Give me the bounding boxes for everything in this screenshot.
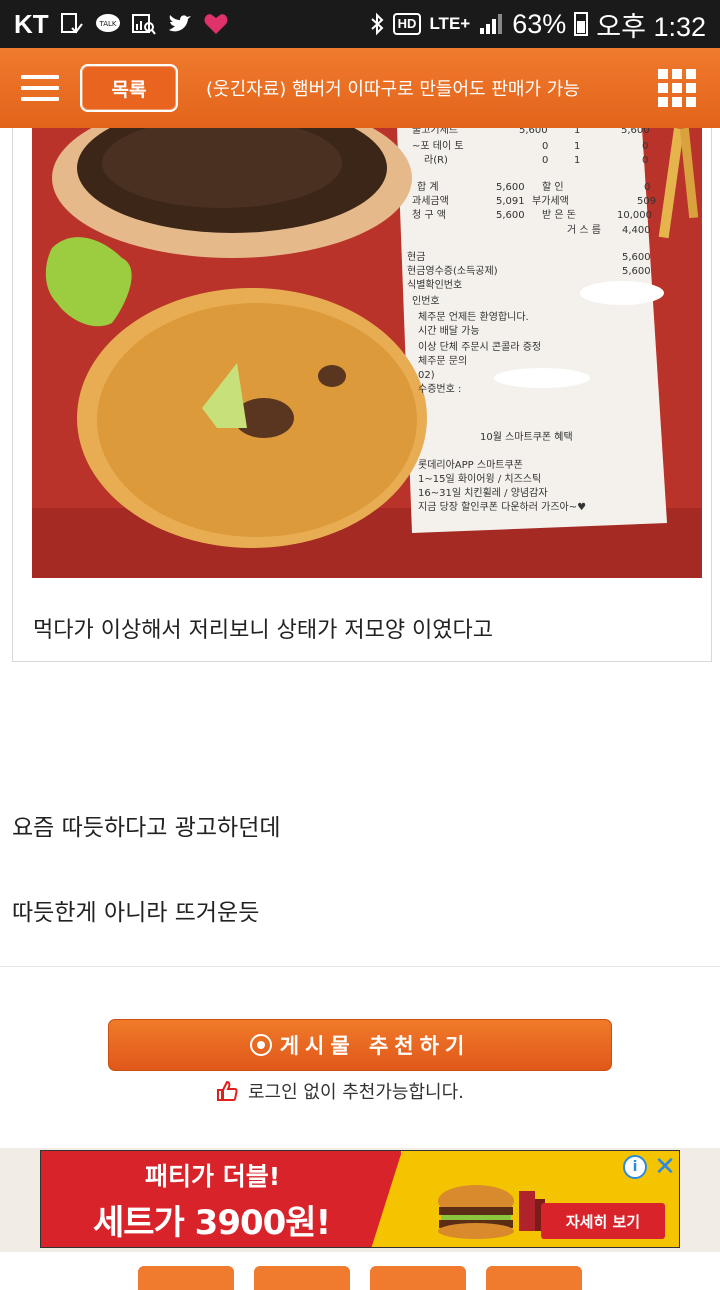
- signal-icon: [480, 14, 503, 34]
- recommend-button[interactable]: 게시물 추천하기: [108, 1019, 612, 1071]
- twitter-icon: [168, 15, 191, 32]
- grid-menu-icon[interactable]: [658, 69, 696, 107]
- notification-icon: [60, 13, 83, 34]
- ad-headline-2: 세트가 3900원!: [93, 1203, 331, 1243]
- network-label: LTE+: [429, 14, 471, 33]
- svg-text:청 구 액: 청 구 액: [412, 209, 446, 221]
- ad-detail-button[interactable]: 자세히 보기: [541, 1203, 665, 1239]
- svg-text:식별확인번호: 식별확인번호: [407, 279, 462, 291]
- svg-text:02): 02): [418, 370, 435, 381]
- svg-text:라(R): 라(R): [424, 154, 448, 166]
- burger-receipt-photo: 불고기세트 5,600 1 5,600 ~포 테이 토 0 1 0 라(R) 0…: [32, 128, 702, 578]
- svg-text:509: 509: [637, 196, 656, 207]
- svg-text:체주문 문의: 체주문 문의: [418, 355, 467, 367]
- svg-text:할 인: 할 인: [542, 181, 564, 193]
- post-image-card: 불고기세트 5,600 1 5,600 ~포 테이 토 0 1 0 라(R) 0…: [12, 128, 712, 662]
- battery-icon: [574, 12, 589, 36]
- app-header: 목록 (웃긴자료) 햄버거 이따구로 만들어도 판매가 가능: [0, 48, 720, 128]
- svg-text:1: 1: [574, 155, 580, 166]
- post-caption: 먹다가 이상해서 저리보니 상태가 저모양 이였다고: [33, 618, 494, 643]
- svg-text:1~15일 화이어윙 / 치즈스틱: 1~15일 화이어윙 / 치즈스틱: [418, 473, 541, 485]
- bottom-tab[interactable]: [138, 1266, 234, 1290]
- heart-icon: [204, 14, 228, 34]
- svg-text:0: 0: [642, 155, 648, 166]
- bottom-tab[interactable]: [370, 1266, 466, 1290]
- ad-close-icon[interactable]: ✕: [651, 1152, 679, 1182]
- bottom-tab[interactable]: [254, 1266, 350, 1290]
- svg-text:이상 단체 주문시 콘콜라 증정: 이상 단체 주문시 콘콜라 증정: [418, 341, 541, 353]
- svg-text:체주문 언제든 환영합니다.: 체주문 언제든 환영합니다.: [418, 311, 529, 323]
- svg-text:5,600: 5,600: [621, 128, 650, 136]
- recommend-label: 게시물 추천하기: [279, 1034, 471, 1058]
- recommend-note-text: 로그인 없이 추천가능합니다.: [248, 1082, 464, 1103]
- battery-percent: 63%: [512, 8, 567, 39]
- svg-text:거 스 름: 거 스 름: [567, 224, 601, 236]
- bluetooth-icon: [370, 12, 384, 36]
- divider: [0, 966, 720, 967]
- list-button[interactable]: 목록: [80, 64, 178, 112]
- svg-text:1: 1: [574, 141, 580, 152]
- svg-text:5,600: 5,600: [519, 128, 548, 136]
- svg-text:시간 배달 가능: 시간 배달 가능: [418, 325, 480, 337]
- svg-text:10월 스마트쿠폰 혜택: 10월 스마트쿠폰 혜택: [480, 431, 573, 443]
- svg-text:5,600: 5,600: [496, 210, 525, 221]
- svg-text:5,600: 5,600: [496, 182, 525, 193]
- recommend-note: 로그인 없이 추천가능합니다.: [216, 1078, 464, 1104]
- receipt-row: 불고기세트: [412, 128, 458, 136]
- svg-text:5,091: 5,091: [496, 196, 525, 207]
- burger-set-image: [438, 1185, 545, 1239]
- post-text-line: 요즘 따듯하다고 광고하던데: [12, 815, 281, 841]
- hd-badge: HD: [392, 13, 422, 35]
- svg-text:받 은 돈: 받 은 돈: [542, 209, 576, 221]
- svg-text:5,600: 5,600: [622, 266, 651, 277]
- hamburger-menu-icon[interactable]: [0, 48, 80, 128]
- svg-text:0: 0: [542, 141, 548, 152]
- bottom-tab[interactable]: [486, 1266, 582, 1290]
- svg-text:5,600: 5,600: [622, 252, 651, 263]
- svg-text:0: 0: [642, 141, 648, 152]
- svg-text:지금 당장 할인쿠폰 다운하러 가즈아~♥: 지금 당장 할인쿠폰 다운하러 가즈아~♥: [418, 500, 586, 513]
- svg-text:TALK: TALK: [98, 20, 116, 28]
- svg-text:현금영수증(소득공제): 현금영수증(소득공제): [407, 265, 498, 277]
- page-title: (웃긴자료) 햄버거 이따구로 만들어도 판매가 가능: [206, 79, 580, 100]
- talk-icon: TALK: [95, 14, 120, 32]
- svg-text:롯데리아APP 스마트쿠폰: 롯데리아APP 스마트쿠폰: [418, 459, 523, 471]
- chart-search-icon: [131, 14, 156, 35]
- svg-text:합 계: 합 계: [417, 181, 439, 193]
- target-icon: [249, 1034, 272, 1056]
- ad-info-icon[interactable]: i: [623, 1155, 647, 1179]
- ad-headline-1: 패티가 더블!: [145, 1162, 281, 1191]
- svg-text:부가세액: 부가세액: [532, 195, 569, 207]
- svg-text:인번호: 인번호: [412, 295, 440, 307]
- svg-text:~포 테이 토: ~포 테이 토: [412, 140, 464, 152]
- carrier-label: KT: [14, 8, 49, 39]
- clock: 오후 1:32: [596, 11, 706, 42]
- svg-text:10,000: 10,000: [617, 210, 652, 221]
- status-bar: KT TALK HD LTE+ 63% 오후 1:32: [0, 0, 720, 48]
- ad-banner[interactable]: 패티가 더블! 세트가 3900원! 자세히 보기 i ✕: [40, 1150, 680, 1248]
- svg-text:4,400: 4,400: [622, 225, 651, 236]
- thumbs-up-icon: [217, 1080, 238, 1101]
- svg-text:0: 0: [644, 182, 650, 193]
- svg-text:16~31일 치킨휠레 / 양념감자: 16~31일 치킨휠레 / 양념감자: [418, 486, 548, 499]
- post-text-line: 따듯한게 아니라 뜨거운듯: [12, 900, 260, 926]
- svg-text:0: 0: [542, 155, 548, 166]
- svg-text:과세금액: 과세금액: [412, 195, 449, 207]
- svg-text:현금: 현금: [407, 251, 425, 263]
- svg-text:1: 1: [574, 128, 580, 136]
- svg-text:수증번호 :: 수증번호 :: [418, 383, 461, 395]
